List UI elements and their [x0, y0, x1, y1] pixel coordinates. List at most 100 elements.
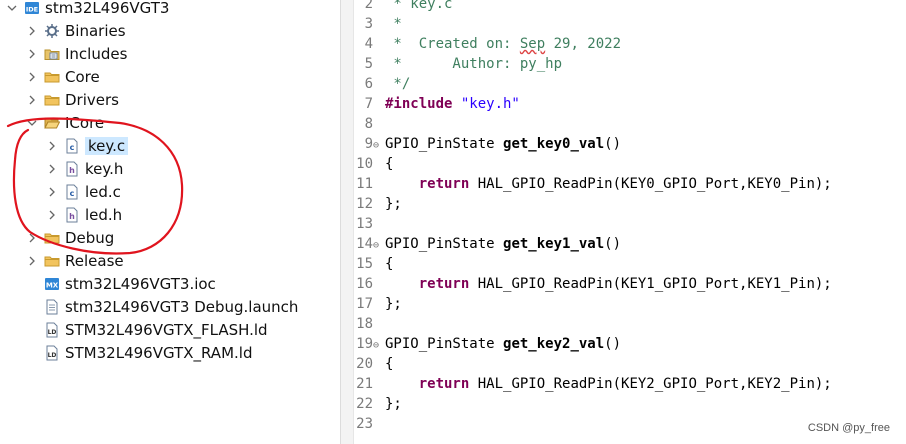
svg-text:h: h — [69, 212, 75, 221]
code-line[interactable]: 21 return HAL_GPIO_ReadPin(KEY2_GPIO_Por… — [355, 374, 832, 394]
project-explorer: IDE stm32L496VGT3 Binaries Includes Core Driv… — [0, 0, 340, 444]
chevron-right-icon[interactable] — [26, 25, 38, 37]
code-line[interactable]: 8 — [355, 114, 385, 134]
tree-item-led-h[interactable]: h led.h — [46, 204, 122, 226]
svg-text:LD: LD — [48, 352, 57, 359]
ld-file-icon: LD — [44, 345, 60, 361]
chevron-down-icon[interactable] — [6, 2, 18, 14]
code-token: 29, 2022 — [545, 36, 622, 52]
tree-item-binaries[interactable]: Binaries — [26, 20, 126, 42]
tree-item-includes[interactable]: Includes — [26, 43, 127, 65]
folder-open-icon — [44, 115, 60, 131]
code-token: { — [385, 156, 394, 172]
code-editor[interactable]: 2 * key.c 3 * 4 * Created on: Sep 29, 2022… — [355, 0, 906, 444]
code-line[interactable]: 19⊖ GPIO_PinState get_key2_val() — [355, 334, 621, 354]
fold-toggle-icon[interactable]: ⊖ — [373, 236, 385, 256]
tree-item-led-c[interactable]: c led.c — [46, 181, 121, 203]
code-line[interactable]: 15 { — [355, 254, 393, 274]
code-line[interactable]: 10 { — [355, 154, 393, 174]
code-token: GPIO_PinState — [385, 236, 504, 252]
tree-item-label: led.h — [85, 206, 123, 224]
tree-item-key-c[interactable]: c key.c — [46, 135, 129, 157]
includes-icon — [44, 46, 60, 62]
code-line[interactable]: 9⊖ GPIO_PinState get_key0_val() — [355, 134, 621, 154]
code-token: () — [604, 336, 622, 352]
line-number: 18 — [356, 316, 373, 332]
chevron-right-icon[interactable] — [26, 94, 38, 106]
tree-item-stm32l496vgt3[interactable]: IDE stm32L496VGT3 — [6, 0, 169, 19]
chevron-right-icon[interactable] — [26, 255, 38, 267]
code-line[interactable]: 18 — [355, 314, 385, 334]
line-number: 11 — [356, 176, 373, 192]
line-number: 2 — [364, 0, 373, 12]
line-number: 19 — [356, 336, 373, 352]
line-number: 9 — [364, 136, 373, 152]
svg-text:LD: LD — [48, 329, 57, 336]
ide-project-icon: IDE — [24, 0, 40, 16]
code-line[interactable]: 2 * key.c — [355, 0, 453, 14]
line-number: 6 — [364, 76, 373, 92]
chevron-right-icon[interactable] — [46, 209, 58, 221]
chevron-right-icon[interactable] — [46, 140, 58, 152]
chevron-right-icon[interactable] — [26, 48, 38, 60]
code-line[interactable]: 3 * — [355, 14, 402, 34]
tree-item-stm32l496vgt3-debug-launch[interactable]: stm32L496VGT3 Debug.launch — [44, 296, 298, 318]
chevron-right-icon[interactable] — [26, 232, 38, 244]
code-line[interactable]: 7 #include "key.h" — [355, 94, 520, 114]
tree-item-label: ICore — [65, 114, 105, 132]
folder-icon — [44, 69, 60, 85]
code-line[interactable]: 4 * Created on: Sep 29, 2022 — [355, 34, 621, 54]
line-number: 20 — [356, 356, 373, 372]
line-number: 4 — [364, 36, 373, 52]
code-token: () — [604, 236, 622, 252]
code-line[interactable]: 20 { — [355, 354, 393, 374]
svg-text:IDE: IDE — [26, 6, 38, 14]
code-token: * key.c — [385, 0, 453, 12]
line-number: 12 — [356, 196, 373, 212]
tree-item-label: Includes — [65, 45, 128, 63]
fold-toggle-icon[interactable]: ⊖ — [373, 336, 385, 356]
code-token: HAL_GPIO_ReadPin(KEY1_GPIO_Port,KEY1_Pin… — [469, 276, 832, 292]
code-line[interactable]: 23 — [355, 414, 385, 434]
fold-toggle-icon[interactable]: ⊖ — [373, 136, 385, 156]
line-number: 3 — [364, 16, 373, 32]
tree-item-drivers[interactable]: Drivers — [26, 89, 119, 111]
code-token: "key.h" — [460, 96, 520, 112]
code-line[interactable]: 16 return HAL_GPIO_ReadPin(KEY1_GPIO_Por… — [355, 274, 832, 294]
code-line[interactable]: 11 return HAL_GPIO_ReadPin(KEY0_GPIO_Por… — [355, 174, 832, 194]
code-token: */ — [385, 76, 411, 92]
tree-item-core[interactable]: Core — [26, 66, 100, 88]
tree-item-debug[interactable]: Debug — [26, 227, 114, 249]
panel-splitter[interactable] — [340, 0, 354, 444]
tree-item-stm32l496vgtx-ram-ld[interactable]: LD STM32L496VGTX_RAM.ld — [44, 342, 252, 364]
tree-item-release[interactable]: Release — [26, 250, 124, 272]
chevron-right-icon[interactable] — [26, 71, 38, 83]
chevron-right-icon[interactable] — [46, 186, 58, 198]
code-line[interactable]: 12}; — [355, 194, 402, 214]
chevron-down-icon[interactable] — [26, 117, 38, 129]
tree-item-key-h[interactable]: h key.h — [46, 158, 123, 180]
code-line[interactable]: 5 * Author: py_hp — [355, 54, 562, 74]
h-file-icon: h — [64, 161, 80, 177]
code-token: get_key2_val — [503, 336, 605, 352]
code-line[interactable]: 6 */ — [355, 74, 411, 94]
code-token: * — [385, 16, 402, 32]
code-line[interactable]: 14⊖ GPIO_PinState get_key1_val() — [355, 234, 621, 254]
line-number: 14 — [356, 236, 373, 252]
tree-item-stm32l496vgt3-ioc[interactable]: MX stm32L496VGT3.ioc — [44, 273, 216, 295]
tree-item-stm32l496vgtx-flash-ld[interactable]: LD STM32L496VGTX_FLASH.ld — [44, 319, 268, 341]
code-line[interactable]: 17}; — [355, 294, 402, 314]
line-number: 23 — [356, 416, 373, 432]
code-token: () — [604, 136, 622, 152]
tree-item-label: stm32L496VGT3 — [45, 0, 170, 17]
code-line[interactable]: 13 — [355, 214, 385, 234]
code-line[interactable]: 22}; — [355, 394, 402, 414]
line-number: 22 — [356, 396, 373, 412]
code-token: GPIO_PinState — [385, 136, 504, 152]
code-token: * Created on: — [385, 36, 520, 52]
tree-item-icore[interactable]: ICore — [26, 112, 104, 134]
ld-file-icon: LD — [44, 322, 60, 338]
tree-item-label: key.h — [85, 160, 124, 178]
chevron-right-icon[interactable] — [46, 163, 58, 175]
